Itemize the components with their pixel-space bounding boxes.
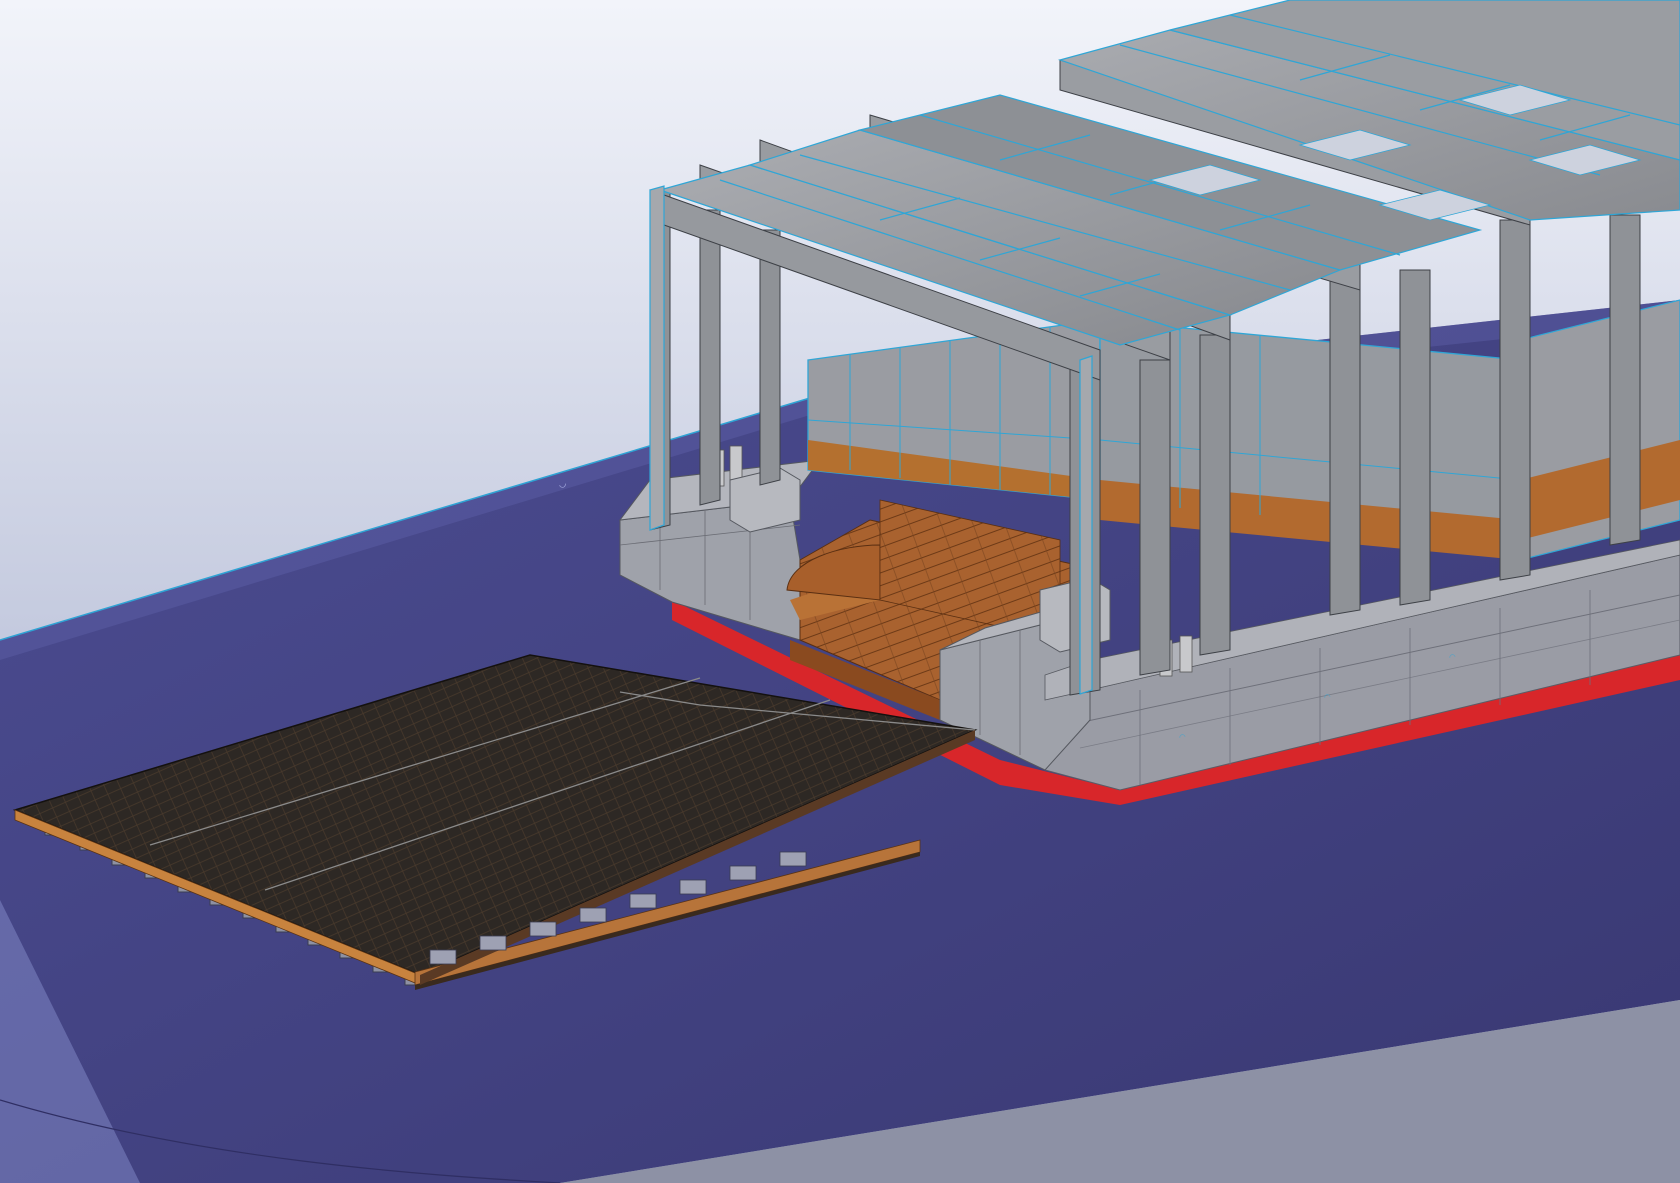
model-view[interactable]: ◡ ⌒ ⌒ ⌒ xyxy=(0,0,1680,1183)
cad-3d-viewport[interactable]: ◡ ⌒ ⌒ ⌒ xyxy=(0,0,1680,1183)
